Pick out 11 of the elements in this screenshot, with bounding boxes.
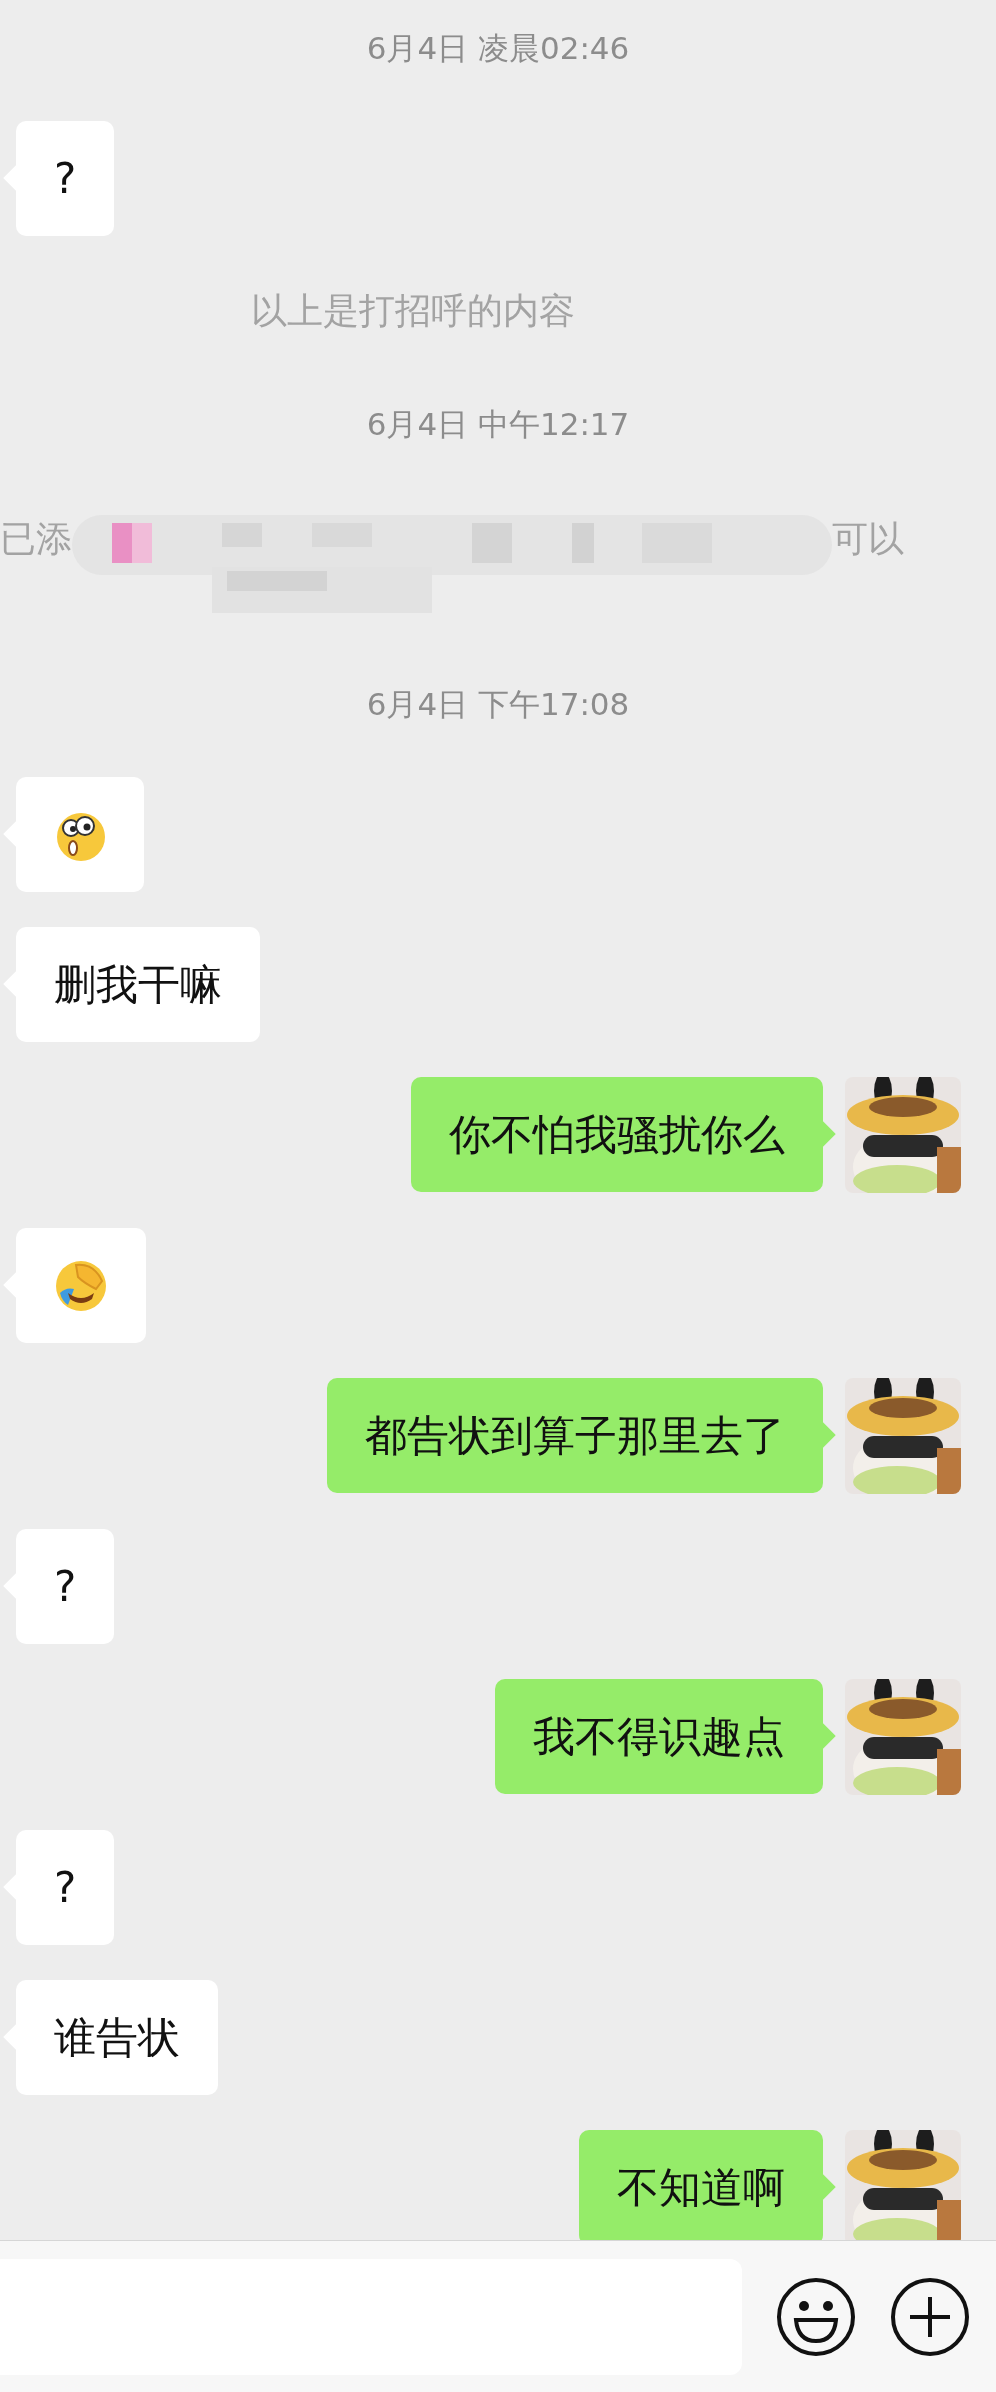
system-notice: 已添 (0, 517, 72, 561)
emoji-message-bubble[interactable] (5, 1228, 146, 1343)
emoji-icon[interactable] (776, 2276, 856, 2357)
facepalm-emoji-icon (54, 1258, 108, 1313)
timestamp: 6月4日 中午12:17 (366, 405, 630, 444)
system-notice: 可以 (832, 517, 904, 561)
emoji-message-bubble[interactable] (5, 777, 144, 892)
timestamp: 6月4日 下午17:08 (366, 685, 630, 724)
system-notice: 以上是打招呼的内容 (251, 291, 575, 331)
timestamp: 6月4日 凌晨02:46 (366, 29, 630, 68)
plus-icon[interactable] (890, 2276, 970, 2357)
